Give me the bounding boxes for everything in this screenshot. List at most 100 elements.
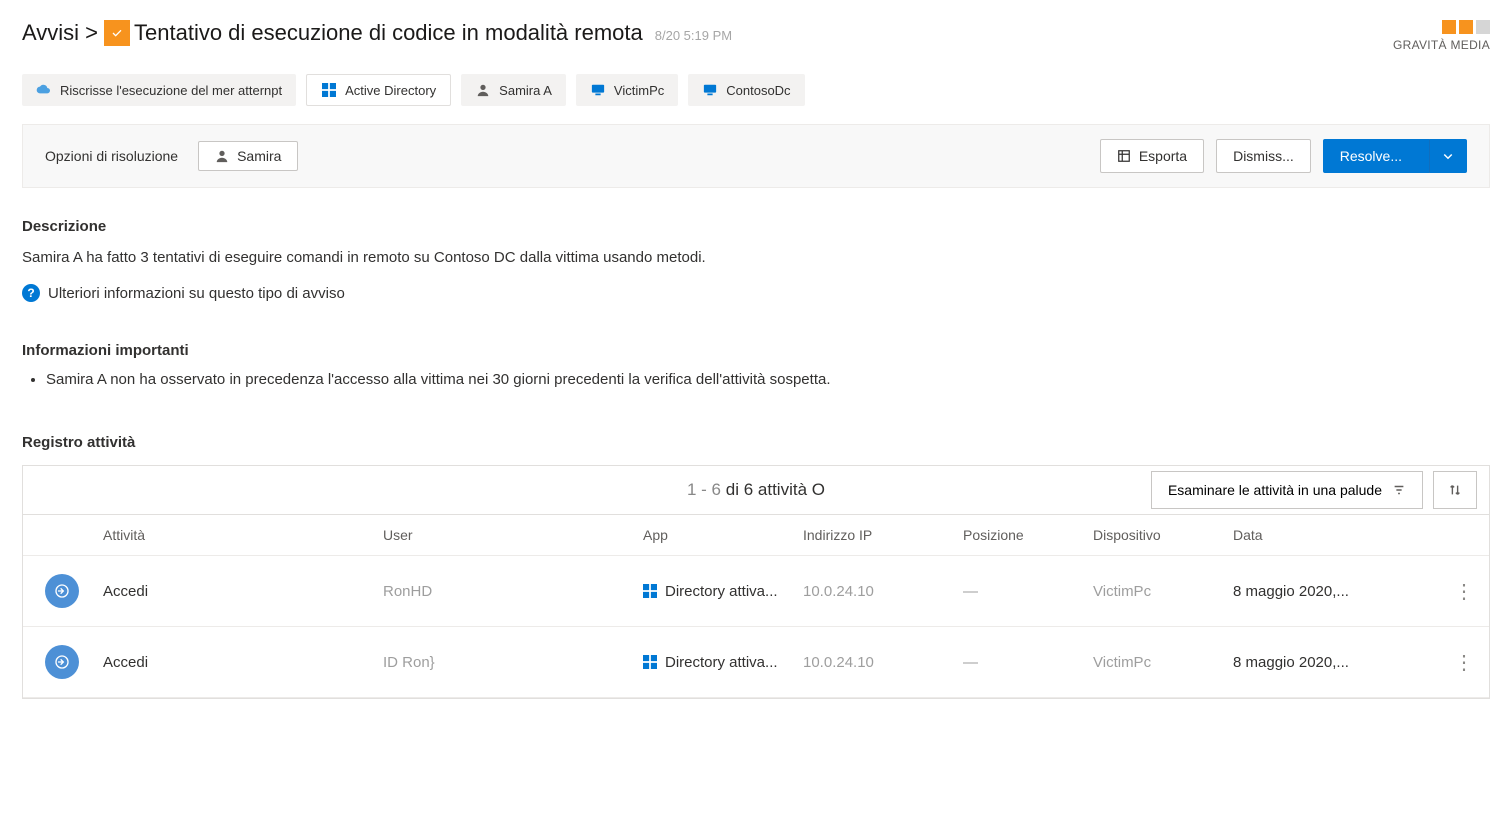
- severity-blocks: [1442, 20, 1490, 34]
- filter-icon: [1392, 483, 1406, 497]
- login-icon: [45, 574, 79, 608]
- resolve-split-button: Resolve...: [1323, 139, 1467, 173]
- col-device[interactable]: Dispositivo: [1093, 527, 1233, 543]
- cloud-icon: [36, 82, 52, 98]
- page-header: Avvisi > Tentativo di esecuzione di codi…: [22, 20, 1490, 52]
- resolve-label: Resolve...: [1340, 148, 1402, 164]
- chip-label: Samira A: [499, 83, 552, 98]
- windows-icon: [321, 82, 337, 98]
- col-activity[interactable]: Attività: [103, 527, 383, 543]
- cell-date: 8 maggio 2020,...: [1233, 583, 1439, 600]
- page-title: Tentativo di esecuzione di codice in mod…: [134, 20, 643, 46]
- chip-contosodc[interactable]: ContosoDc: [688, 74, 804, 106]
- table-row[interactable]: Accedi ID Ron} Directory attiva... 10.0.…: [23, 627, 1489, 698]
- cell-ip: 10.0.24.10: [803, 654, 963, 671]
- severity-block-1: [1442, 20, 1456, 34]
- cell-position: —: [963, 583, 1093, 600]
- header-left: Avvisi > Tentativo di esecuzione di codi…: [22, 20, 732, 46]
- app-icon: [104, 20, 130, 46]
- description-text: Samira A ha fatto 3 tentativi di eseguir…: [22, 249, 1490, 266]
- export-label: Esporta: [1139, 148, 1187, 164]
- activity-log-section: Registro attività 1 - 6 di 6 attività O …: [22, 434, 1490, 699]
- col-date[interactable]: Data: [1233, 527, 1439, 543]
- more-info-label: Ulteriori informazioni su questo tipo di…: [48, 285, 345, 302]
- description-heading: Descrizione: [22, 218, 1490, 235]
- chevron-down-icon: [1442, 150, 1454, 162]
- col-ip[interactable]: Indirizzo IP: [803, 527, 963, 543]
- monitor-icon: [590, 82, 606, 98]
- cell-date: 8 maggio 2020,...: [1233, 654, 1439, 671]
- activity-table-header: Attività User App Indirizzo IP Posizione…: [23, 515, 1489, 556]
- chip-victimpc[interactable]: VictimPc: [576, 74, 678, 106]
- resolution-bar: Opzioni di risoluzione Samira Esporta Di…: [22, 124, 1490, 188]
- monitor-icon: [702, 82, 718, 98]
- dismiss-label: Dismiss...: [1233, 148, 1294, 164]
- cell-app: Directory attiva...: [643, 583, 803, 600]
- important-info-item: Samira A non ha osservato in precedenza …: [46, 371, 1490, 388]
- user-icon: [475, 82, 491, 98]
- chip-rescript[interactable]: Riscrisse l'esecuzione del mer atternpt: [22, 74, 296, 106]
- export-icon: [1117, 149, 1131, 163]
- entity-chips: Riscrisse l'esecuzione del mer atternpt …: [22, 74, 1490, 106]
- windows-icon: [643, 655, 657, 669]
- row-menu-button[interactable]: ⋮: [1439, 579, 1489, 604]
- table-row[interactable]: Accedi RonHD Directory attiva... 10.0.24…: [23, 556, 1489, 627]
- resolution-left: Opzioni di risoluzione Samira: [45, 141, 298, 171]
- cell-device: VictimPc: [1093, 583, 1233, 600]
- col-app[interactable]: App: [643, 527, 803, 543]
- activity-count: 1 - 6 di 6 attività O: [687, 480, 825, 500]
- cell-activity: Accedi: [103, 654, 383, 671]
- user-icon: [215, 149, 229, 163]
- sort-icon: [1448, 483, 1462, 497]
- header-timestamp: 8/20 5:19 PM: [655, 28, 732, 43]
- activity-count-range: 1 - 6: [687, 480, 721, 499]
- important-info-heading: Informazioni importanti: [22, 342, 1490, 359]
- resolve-dropdown-button[interactable]: [1429, 139, 1467, 173]
- more-info-link[interactable]: ? Ulteriori informazioni su questo tipo …: [22, 284, 345, 302]
- resolution-actions: Esporta Dismiss... Resolve...: [1100, 139, 1467, 173]
- cell-device: VictimPc: [1093, 654, 1233, 671]
- cell-activity: Accedi: [103, 583, 383, 600]
- resolution-label: Opzioni di risoluzione: [45, 148, 178, 164]
- dismiss-button[interactable]: Dismiss...: [1216, 139, 1311, 173]
- resolution-user-select[interactable]: Samira: [198, 141, 298, 171]
- breadcrumb-prefix: Avvisi >: [22, 20, 98, 46]
- cell-app: Directory attiva...: [643, 654, 803, 671]
- chip-label: VictimPc: [614, 83, 664, 98]
- chip-label: Riscrisse l'esecuzione del mer atternpt: [60, 83, 282, 98]
- cell-app-name: Directory attiva...: [665, 654, 778, 671]
- investigate-button[interactable]: Esaminare le attività in una palude: [1151, 471, 1423, 509]
- important-info-section: Informazioni importanti Samira A non ha …: [22, 342, 1490, 388]
- important-info-list: Samira A non ha osservato in precedenza …: [22, 371, 1490, 388]
- chip-active-directory[interactable]: Active Directory: [306, 74, 451, 106]
- login-icon: [45, 645, 79, 679]
- severity-block-3: [1476, 20, 1490, 34]
- cell-app-name: Directory attiva...: [665, 583, 778, 600]
- activity-log-panel: 1 - 6 di 6 attività O Esaminare le attiv…: [22, 465, 1490, 699]
- col-user[interactable]: User: [383, 527, 643, 543]
- resolution-user-label: Samira: [237, 148, 281, 164]
- chip-label: Active Directory: [345, 83, 436, 98]
- activity-log-heading: Registro attività: [22, 434, 1490, 451]
- export-button[interactable]: Esporta: [1100, 139, 1204, 173]
- cell-ip: 10.0.24.10: [803, 583, 963, 600]
- row-menu-button[interactable]: ⋮: [1439, 650, 1489, 675]
- severity-indicator: GRAVITÀ MEDIA: [1393, 20, 1490, 52]
- cell-user: ID Ron}: [383, 654, 643, 671]
- investigate-label: Esaminare le attività in una palude: [1168, 482, 1382, 498]
- sort-button[interactable]: [1433, 471, 1477, 509]
- col-position[interactable]: Posizione: [963, 527, 1093, 543]
- info-icon: ?: [22, 284, 40, 302]
- cell-position: —: [963, 654, 1093, 671]
- activity-table: Attività User App Indirizzo IP Posizione…: [23, 515, 1489, 698]
- windows-icon: [643, 584, 657, 598]
- breadcrumb[interactable]: Avvisi >: [22, 20, 130, 46]
- activity-count-total: di 6 attività O: [726, 480, 825, 499]
- chip-samira[interactable]: Samira A: [461, 74, 566, 106]
- activity-log-toolbar: 1 - 6 di 6 attività O Esaminare le attiv…: [23, 466, 1489, 515]
- severity-block-2: [1459, 20, 1473, 34]
- severity-label: GRAVITÀ MEDIA: [1393, 38, 1490, 52]
- chip-label: ContosoDc: [726, 83, 790, 98]
- resolve-button[interactable]: Resolve...: [1323, 139, 1429, 173]
- description-section: Descrizione Samira A ha fatto 3 tentativ…: [22, 218, 1490, 342]
